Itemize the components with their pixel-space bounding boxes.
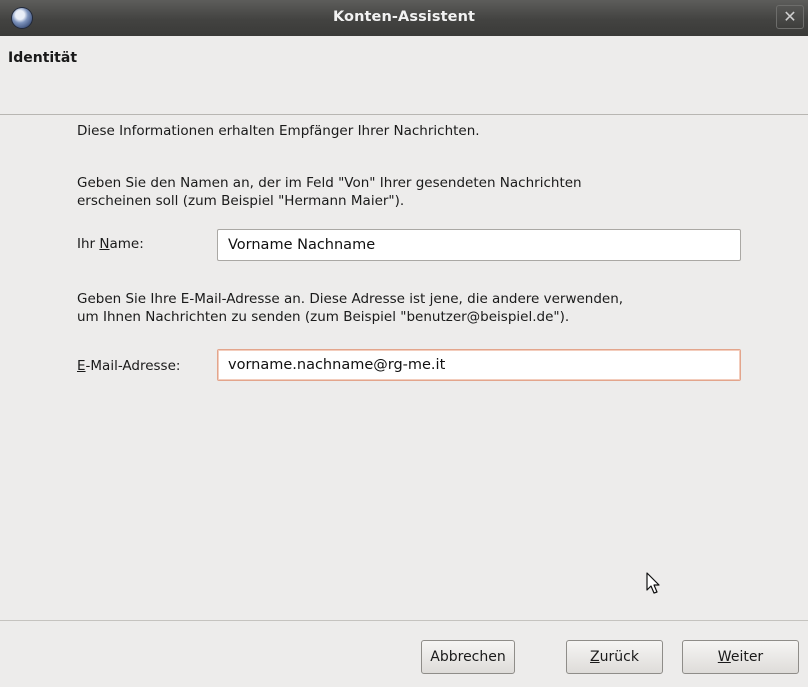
identity-form: Diese Informationen erhalten Empfänger I… (0, 115, 808, 620)
name-hint-line2: erscheinen soll (zum Beispiel "Hermann M… (77, 193, 405, 209)
intro-text: Diese Informationen erhalten Empfänger I… (77, 123, 480, 139)
name-label-suffix: ame: (109, 236, 144, 252)
name-input[interactable] (217, 229, 741, 261)
name-hint-line1: Geben Sie den Namen an, der im Feld "Von… (77, 175, 582, 191)
page-header: Identität (0, 36, 808, 115)
name-label: Ihr Name: (77, 236, 144, 252)
mouse-pointer-icon (646, 572, 660, 594)
email-label: E-Mail-Adresse: (77, 358, 180, 374)
name-label-accelerator: N (99, 236, 110, 252)
button-bar: Abbrechen Zurück Weiter (0, 620, 808, 687)
next-button-label: eiter (730, 649, 764, 665)
account-wizard-window: Konten-Assistent ✕ Identität Diese Infor… (0, 0, 808, 687)
window-title: Konten-Assistent (332, 9, 476, 25)
back-button-accelerator: Z (590, 649, 600, 665)
email-label-suffix: -Mail-Adresse: (85, 358, 181, 374)
email-input[interactable] (217, 349, 741, 381)
title-bar[interactable]: Konten-Assistent ✕ (0, 0, 808, 36)
next-button[interactable]: Weiter (682, 640, 799, 674)
name-hint-text: Geben Sie den Namen an, der im Feld "Von… (77, 174, 777, 210)
email-label-accelerator: E (77, 358, 86, 374)
back-button[interactable]: Zurück (566, 640, 663, 674)
cancel-button[interactable]: Abbrechen (421, 640, 515, 674)
email-hint-line2: um Ihnen Nachrichten zu senden (zum Beis… (77, 309, 570, 325)
close-icon[interactable]: ✕ (776, 5, 804, 29)
email-hint-text: Geben Sie Ihre E-Mail-Adresse an. Diese … (77, 290, 777, 326)
page-title: Identität (8, 50, 78, 66)
next-button-accelerator: W (717, 649, 731, 665)
email-hint-line1: Geben Sie Ihre E-Mail-Adresse an. Diese … (77, 291, 624, 307)
back-button-label: urück (599, 649, 639, 665)
name-label-prefix: Ihr (77, 236, 100, 252)
